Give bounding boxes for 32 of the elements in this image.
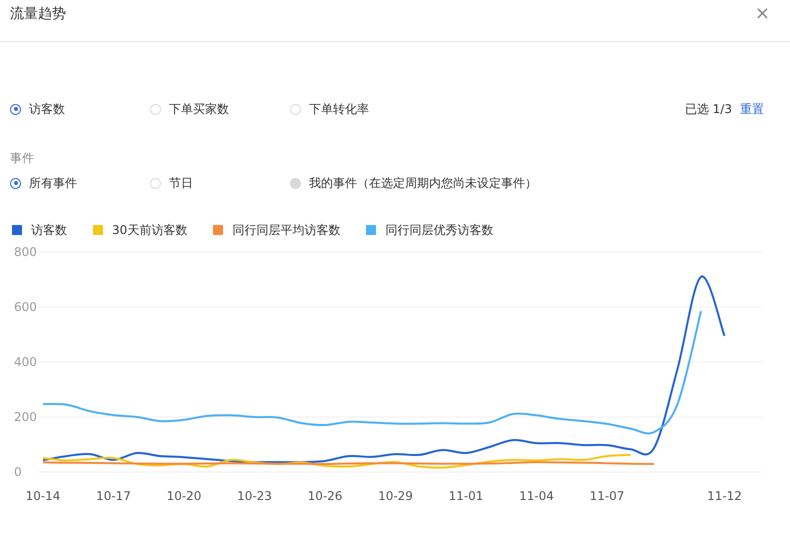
x-axis-label: 11-01 <box>448 489 484 503</box>
y-axis-label: 200 <box>14 410 37 424</box>
section-label: 事件 <box>10 150 35 166</box>
radio-label: 所有事件 <box>29 174 77 192</box>
radio-label: 下单转化率 <box>309 100 369 118</box>
x-axis-label: 11-04 <box>519 489 554 503</box>
radio-button[interactable] <box>10 104 21 114</box>
y-axis-label: 600 <box>14 300 37 314</box>
legend-label[interactable]: 同行同层优秀访客数 <box>385 222 494 238</box>
legend-label[interactable]: 访客数 <box>31 222 67 238</box>
selection-count: 已选 1/3 <box>684 100 732 118</box>
radio-label: 访客数 <box>29 100 65 118</box>
x-axis-label: 10-23 <box>237 489 272 503</box>
legend-label[interactable]: 30天前访客数 <box>112 222 188 238</box>
x-axis-label: 10-26 <box>308 489 342 503</box>
y-axis-label: 400 <box>14 355 37 369</box>
y-axis-label: 0 <box>14 465 22 479</box>
reset-link[interactable]: 重置 <box>740 100 764 118</box>
x-axis-label: 10-20 <box>166 489 202 503</box>
x-axis-label: 11-07 <box>590 489 624 503</box>
radio-label: 下单买家数 <box>169 100 229 118</box>
radio-button[interactable] <box>10 178 21 188</box>
radio-label: 我的事件（在选定周期内您尚未设定事件） <box>309 174 537 192</box>
x-axis-label: 10-29 <box>378 489 413 503</box>
x-axis-label: 10-17 <box>96 489 131 503</box>
legend-label[interactable]: 同行同层平均访客数 <box>232 222 340 238</box>
y-axis-label: 800 <box>14 245 37 259</box>
radio-label: 节日 <box>169 174 193 192</box>
close-button[interactable]: × <box>754 3 770 24</box>
x-axis-label: 11-12 <box>707 489 742 503</box>
x-axis-label: 10-14 <box>26 489 60 503</box>
dialog-title: 流量趋势 <box>10 4 66 22</box>
